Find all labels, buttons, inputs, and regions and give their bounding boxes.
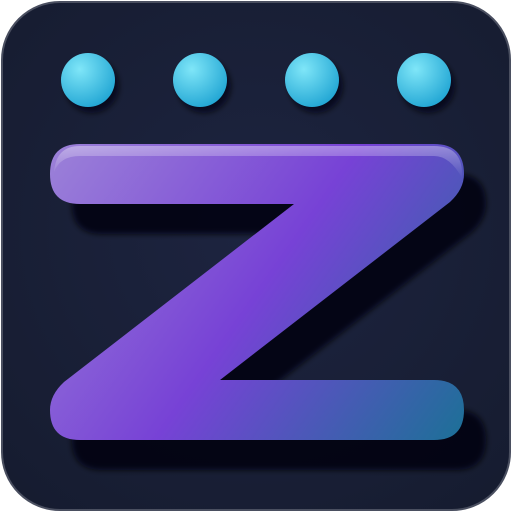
dot	[285, 53, 339, 107]
app-icon	[0, 0, 512, 512]
dot	[397, 53, 451, 107]
dot	[61, 53, 115, 107]
app-icon-graphic	[1, 1, 511, 511]
dot	[173, 53, 227, 107]
